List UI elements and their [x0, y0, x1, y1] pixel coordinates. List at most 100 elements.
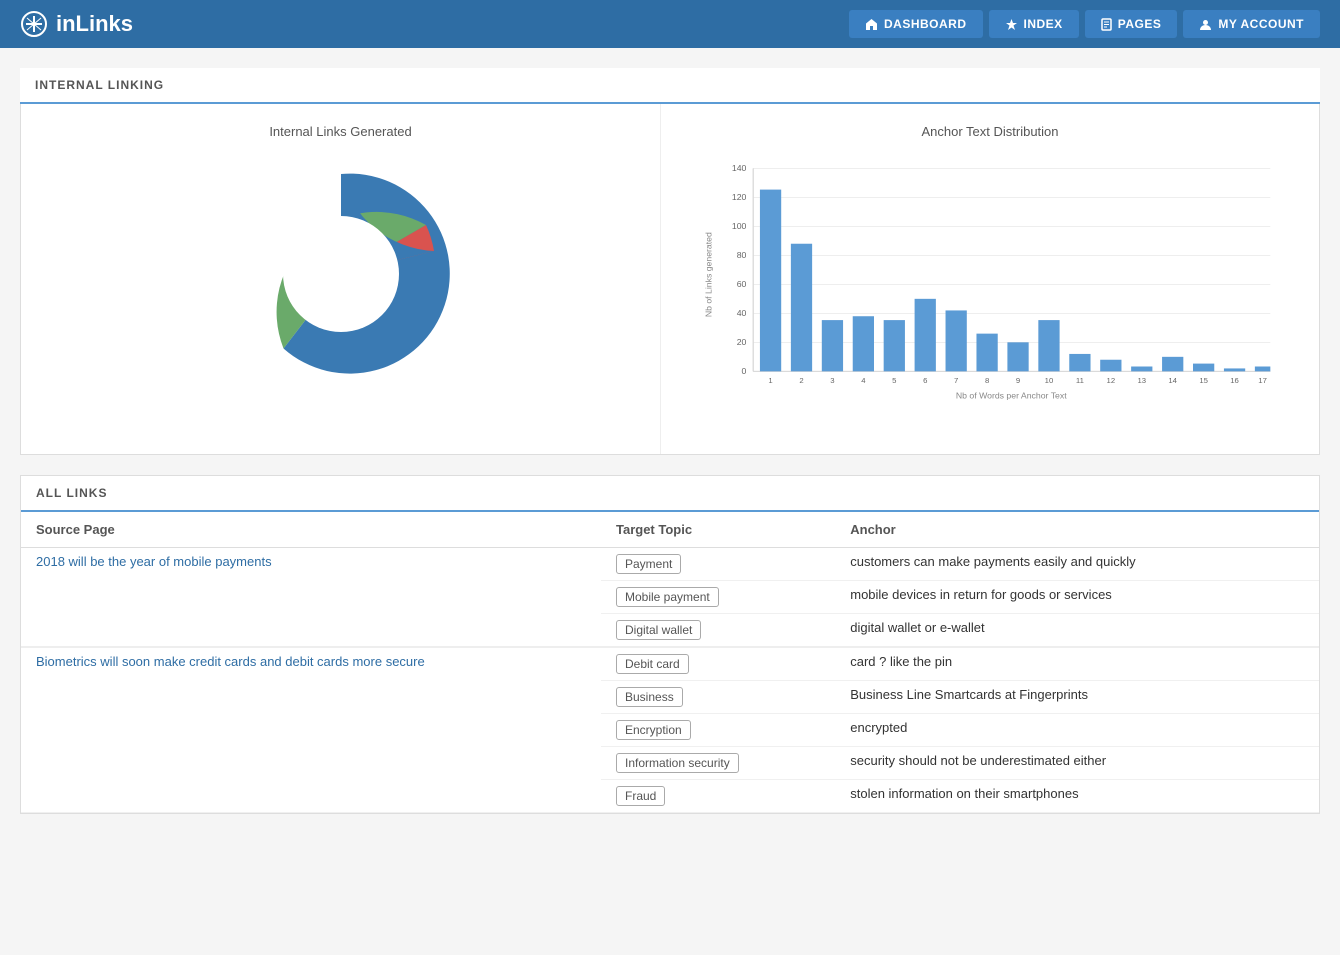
- topic-cell: Encryption: [601, 714, 835, 747]
- anchor-cell: customers can make payments easily and q…: [835, 548, 1319, 581]
- index-button[interactable]: INDEX: [989, 10, 1079, 38]
- source-cell: 2018 will be the year of mobile payments: [21, 548, 601, 648]
- bar-6: [915, 299, 936, 372]
- bar-8: [976, 334, 997, 372]
- topic-badge: Business: [616, 687, 683, 707]
- svg-text:4: 4: [861, 376, 866, 385]
- svg-text:9: 9: [1016, 376, 1020, 385]
- svg-text:40: 40: [737, 308, 747, 318]
- col-topic: Target Topic: [601, 512, 835, 548]
- index-label: INDEX: [1024, 17, 1063, 31]
- bar-16: [1224, 368, 1245, 371]
- logo-text: inLinks: [56, 11, 133, 37]
- bar-13: [1131, 367, 1152, 372]
- svg-text:13: 13: [1137, 376, 1146, 385]
- internal-linking-header: INTERNAL LINKING: [20, 68, 1320, 104]
- bar-17: [1255, 367, 1270, 372]
- pages-button[interactable]: PAGES: [1085, 10, 1178, 38]
- source-link[interactable]: 2018 will be the year of mobile payments: [36, 554, 272, 569]
- source-link[interactable]: Biometrics will soon make credit cards a…: [36, 654, 425, 669]
- svg-text:60: 60: [737, 279, 747, 289]
- svg-text:15: 15: [1199, 376, 1208, 385]
- svg-text:10: 10: [1045, 376, 1054, 385]
- topic-badge: Digital wallet: [616, 620, 701, 640]
- logo-icon: [20, 10, 48, 38]
- anchor-text: card ? like the pin: [850, 654, 952, 669]
- table-row: 2018 will be the year of mobile payments…: [21, 548, 1319, 581]
- bar-9: [1007, 342, 1028, 371]
- bar-1: [760, 190, 781, 372]
- file-icon: [1101, 18, 1112, 31]
- pages-label: PAGES: [1118, 17, 1162, 31]
- bar-7: [946, 310, 967, 371]
- bar-10: [1038, 320, 1059, 371]
- anchor-text: mobile devices in return for goods or se…: [850, 587, 1112, 602]
- topic-badge: Fraud: [616, 786, 665, 806]
- app-logo: inLinks: [20, 10, 133, 38]
- svg-text:100: 100: [732, 221, 747, 231]
- topic-badge: Information security: [616, 753, 739, 773]
- bar-3: [822, 320, 843, 371]
- my-account-label: MY ACCOUNT: [1218, 17, 1304, 31]
- svg-text:1: 1: [768, 376, 772, 385]
- links-table: Source Page Target Topic Anchor 2018 wil…: [21, 512, 1319, 813]
- anchor-cell: mobile devices in return for goods or se…: [835, 581, 1319, 614]
- topic-badge: Payment: [616, 554, 681, 574]
- bar-chart-title: Anchor Text Distribution: [921, 124, 1058, 139]
- topic-badge: Mobile payment: [616, 587, 719, 607]
- bar-14: [1162, 357, 1183, 372]
- svg-text:16: 16: [1230, 376, 1239, 385]
- col-source: Source Page: [21, 512, 601, 548]
- bar-5: [884, 320, 905, 371]
- all-links-header: ALL LINKS: [21, 476, 1319, 512]
- anchor-text: customers can make payments easily and q…: [850, 554, 1135, 569]
- svg-text:3: 3: [830, 376, 834, 385]
- topic-cell: Payment: [601, 548, 835, 581]
- bar-2: [791, 244, 812, 372]
- topic-badge: Encryption: [616, 720, 691, 740]
- svg-text:120: 120: [732, 192, 747, 202]
- home-icon: [865, 18, 878, 31]
- topic-cell: Business: [601, 681, 835, 714]
- source-cell: Biometrics will soon make credit cards a…: [21, 647, 601, 813]
- bar-4: [853, 316, 874, 371]
- svg-text:6: 6: [923, 376, 927, 385]
- svg-text:80: 80: [737, 250, 747, 260]
- svg-text:14: 14: [1168, 376, 1177, 385]
- bar-chart-container: Anchor Text Distribution 0 20 40 60 80: [661, 104, 1319, 454]
- svg-text:7: 7: [954, 376, 958, 385]
- bar-11: [1069, 354, 1090, 371]
- anchor-cell: stolen information on their smartphones: [835, 780, 1319, 813]
- svg-text:17: 17: [1258, 376, 1267, 385]
- charts-section: Internal Links Generated Anchor Text Dis…: [20, 104, 1320, 455]
- donut-chart-container: Internal Links Generated: [21, 104, 661, 454]
- bar-15: [1193, 364, 1214, 372]
- svg-text:Nb of Links generated: Nb of Links generated: [704, 232, 714, 317]
- anchor-text: security should not be underestimated ei…: [850, 753, 1106, 768]
- bar-12: [1100, 360, 1121, 372]
- section-title: INTERNAL LINKING: [35, 78, 164, 92]
- anchor-text: Business Line Smartcards at Fingerprints: [850, 687, 1088, 702]
- svg-text:11: 11: [1076, 376, 1084, 385]
- topic-badge: Debit card: [616, 654, 689, 674]
- svg-text:20: 20: [737, 337, 747, 347]
- topic-cell: Fraud: [601, 780, 835, 813]
- topic-cell: Digital wallet: [601, 614, 835, 648]
- user-icon: [1199, 18, 1212, 31]
- dashboard-button[interactable]: DASHBOARD: [849, 10, 983, 38]
- anchor-cell: Business Line Smartcards at Fingerprints: [835, 681, 1319, 714]
- svg-text:12: 12: [1107, 376, 1116, 385]
- topic-cell: Mobile payment: [601, 581, 835, 614]
- account-button[interactable]: MY ACCOUNT: [1183, 10, 1320, 38]
- anchor-cell: card ? like the pin: [835, 647, 1319, 681]
- anchor-text: digital wallet or e-wallet: [850, 620, 984, 635]
- app-header: inLinks DASHBOARD INDEX PAGES MY ACCOUNT: [0, 0, 1340, 48]
- donut-chart-title: Internal Links Generated: [269, 124, 411, 139]
- anchor-cell: encrypted: [835, 714, 1319, 747]
- table-row: Biometrics will soon make credit cards a…: [21, 647, 1319, 681]
- svg-text:0: 0: [742, 366, 747, 376]
- svg-text:5: 5: [892, 376, 896, 385]
- svg-text:2: 2: [799, 376, 803, 385]
- all-links-title: ALL LINKS: [36, 486, 107, 500]
- anchor-text: encrypted: [850, 720, 907, 735]
